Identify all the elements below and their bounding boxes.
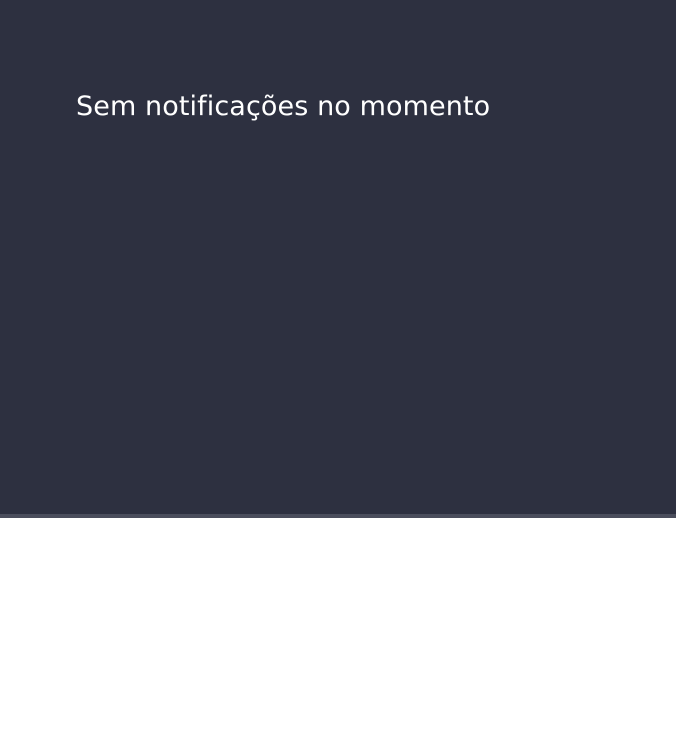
notifications-panel: Sem notificações no momento: [0, 0, 676, 514]
page-background: [0, 518, 676, 748]
empty-notifications-message: Sem notificações no momento: [76, 91, 491, 122]
